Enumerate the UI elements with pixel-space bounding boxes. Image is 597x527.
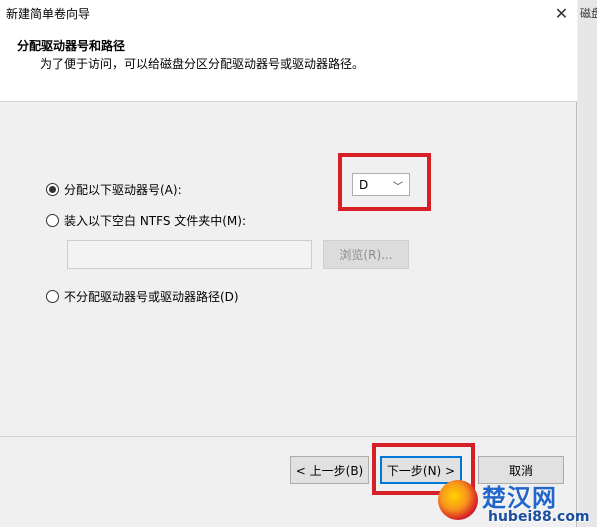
watermark-logo-icon — [438, 480, 478, 520]
close-icon[interactable]: ✕ — [546, 0, 577, 26]
radio-mount-folder[interactable] — [46, 214, 59, 227]
drive-letter-value: D — [359, 177, 369, 192]
chevron-down-icon: ﹀ — [393, 182, 403, 193]
option-no-assign-label: 不分配驱动器号或驱动器路径(D) — [64, 290, 239, 304]
watermark-title: 楚汉网 — [482, 484, 557, 512]
radio-assign-letter[interactable] — [46, 183, 59, 196]
back-button[interactable]: < 上一步(B) — [290, 456, 369, 484]
window-title: 新建简单卷向导 — [6, 7, 91, 21]
option-assign-letter-label: 分配以下驱动器号(A): — [64, 183, 182, 197]
option-mount-folder[interactable]: 装入以下空白 NTFS 文件夹中(M): — [46, 212, 246, 229]
mount-path-input[interactable] — [67, 240, 312, 269]
browse-button[interactable]: 浏览(R)... — [323, 240, 409, 269]
background-window-edge — [578, 0, 597, 527]
option-assign-letter[interactable]: 分配以下驱动器号(A): — [46, 181, 182, 198]
footer-divider — [0, 436, 577, 437]
option-no-assign[interactable]: 不分配驱动器号或驱动器路径(D) — [46, 288, 239, 305]
wizard-header: 分配驱动器号和路径 为了便于访问，可以给磁盘分区分配驱动器号或驱动器路径。 — [0, 26, 577, 102]
option-mount-folder-label: 装入以下空白 NTFS 文件夹中(M): — [64, 214, 247, 228]
title-bar: 新建简单卷向导 ✕ — [0, 0, 577, 26]
page-title: 分配驱动器号和路径 — [17, 39, 126, 53]
new-simple-volume-wizard: 新建简单卷向导 ✕ 分配驱动器号和路径 为了便于访问，可以给磁盘分区分配驱动器号… — [0, 0, 577, 527]
background-window-title: 磁盘 — [580, 7, 597, 20]
watermark: 楚汉网 hubei88.com — [438, 478, 597, 527]
page-subtitle: 为了便于访问，可以给磁盘分区分配驱动器号或驱动器路径。 — [40, 57, 365, 71]
drive-letter-select[interactable]: D ﹀ — [352, 173, 410, 196]
radio-no-assign[interactable] — [46, 290, 59, 303]
watermark-url: hubei88.com — [488, 509, 590, 525]
